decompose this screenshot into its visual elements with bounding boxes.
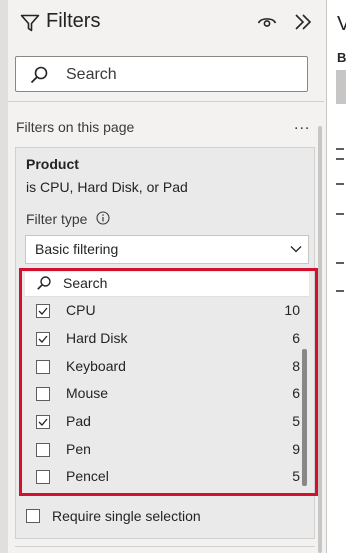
single-selection-toggle[interactable]: Require single selection	[25, 507, 285, 527]
funnel-icon	[20, 14, 40, 32]
section-label: Filters on this page	[16, 119, 135, 135]
highlight-box	[19, 268, 318, 496]
pane-title: Filters	[46, 10, 101, 32]
visual-icon[interactable]	[336, 148, 344, 150]
filter-type-value: Basic filtering	[35, 241, 119, 257]
visualizations-pane-title: V	[337, 13, 346, 35]
single-selection-label: Require single selection	[52, 508, 201, 524]
filter-card-title[interactable]: Product	[26, 156, 79, 172]
visualizations-pane-label: B	[337, 50, 346, 65]
filter-card-summary: is CPU, Hard Disk, or Pad	[26, 179, 188, 195]
search-placeholder: Search	[66, 66, 117, 83]
checkbox[interactable]	[26, 509, 40, 523]
visual-icon[interactable]	[336, 290, 344, 292]
visual-type-chip[interactable]	[336, 70, 346, 104]
info-icon[interactable]	[96, 211, 110, 225]
chevron-down-icon	[290, 246, 302, 253]
search-input[interactable]: Search	[15, 56, 308, 92]
visual-icon[interactable]	[336, 158, 344, 160]
visual-icon[interactable]	[336, 213, 344, 215]
eye-icon[interactable]	[257, 14, 277, 30]
pane-scrollbar[interactable]	[318, 126, 322, 553]
more-options-button[interactable]: ...	[294, 116, 310, 134]
divider	[15, 546, 315, 547]
filter-type-label: Filter type	[26, 211, 88, 227]
chevron-double-right-icon[interactable]	[292, 12, 314, 32]
divider	[8, 101, 324, 102]
visual-icon[interactable]	[336, 262, 344, 264]
filter-type-select[interactable]: Basic filtering	[25, 235, 309, 264]
visual-icon[interactable]	[336, 183, 344, 185]
search-icon	[30, 66, 48, 84]
